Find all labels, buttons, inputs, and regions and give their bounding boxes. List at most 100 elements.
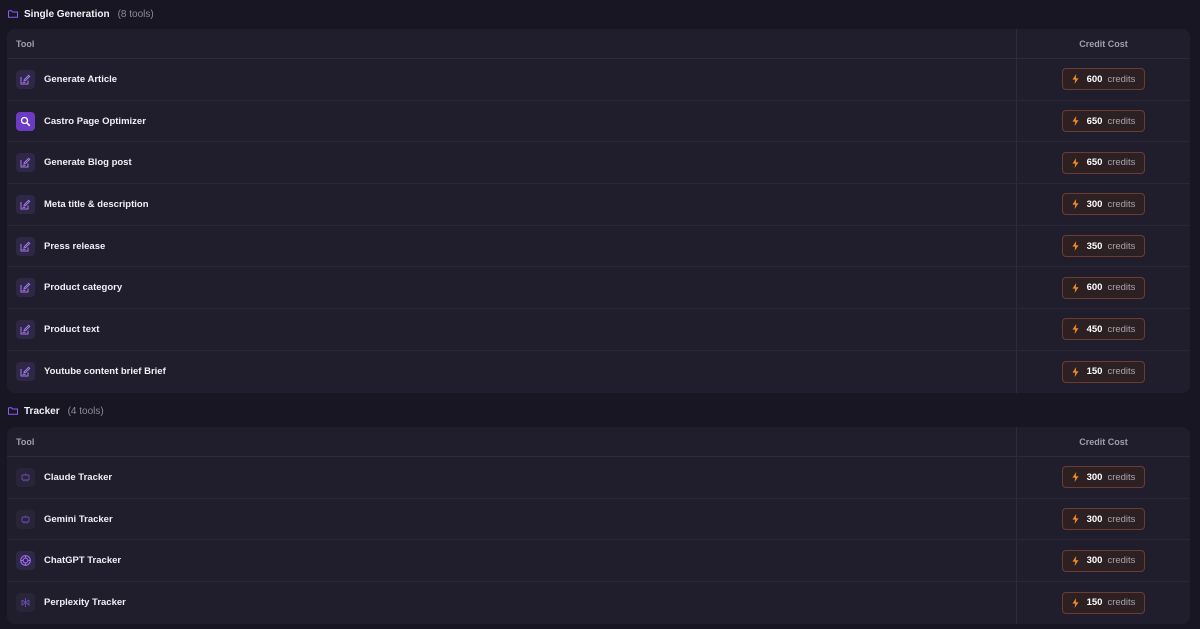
credit-badge: 600 credits [1061, 276, 1146, 299]
table-row[interactable]: Meta title & description 300 credits [7, 184, 1190, 226]
tool-name: Product text [44, 323, 100, 335]
edit-icon [16, 362, 35, 382]
credit-badge: 600 credits [1061, 68, 1146, 91]
credit-cost-cell: 300 credits [1016, 184, 1190, 225]
edit-icon [16, 194, 35, 214]
tool-cell: Perplexity Tracker [7, 582, 1016, 624]
table-row[interactable]: ChatGPT Tracker 300 credits [7, 540, 1190, 583]
credit-cost-cell: 350 credits [1016, 225, 1190, 267]
credit-badge: 300 credits [1061, 508, 1146, 531]
section-count: (8 tools) [117, 8, 154, 20]
lightning-icon [1072, 157, 1079, 168]
table-row[interactable]: Generate Blog post 650 credits [7, 142, 1190, 185]
table-row[interactable]: Claude Tracker 300 credits [7, 457, 1190, 499]
credit-unit: credits [1107, 157, 1136, 169]
table-header: Tool Credit Cost [7, 427, 1190, 457]
tool-name: Perplexity Tracker [44, 597, 126, 609]
credit-unit: credits [1107, 323, 1136, 335]
tool-name: Meta title & description [44, 198, 149, 210]
credit-badge: 150 credits [1061, 360, 1146, 383]
tool-name: Generate Article [44, 73, 118, 85]
credit-unit: credits [1107, 282, 1136, 294]
tool-cell: Castro Page Optimizer [7, 101, 1016, 142]
tool-name: ChatGPT Tracker [44, 555, 122, 567]
lightning-icon [1072, 74, 1079, 85]
edit-icon [16, 236, 35, 256]
credit-badge: 300 credits [1061, 549, 1146, 572]
lightning-icon [1072, 555, 1079, 566]
section-title: Tracker [24, 405, 60, 417]
tool-name: Product category [44, 282, 123, 294]
credit-cost-cell: 650 credits [1016, 100, 1190, 142]
section-header-single-generation: Single Generation (8 tools) [8, 4, 154, 24]
gemini-icon [16, 509, 35, 529]
column-header-tool: Tool [16, 38, 35, 49]
tool-cell: Product text [7, 309, 1016, 350]
credit-amount: 300 [1086, 471, 1103, 483]
credit-badge: 650 credits [1061, 110, 1146, 133]
credit-cost-cell: 300 credits [1016, 457, 1190, 498]
edit-icon [16, 69, 35, 89]
tool-name: Press release [44, 240, 106, 252]
table-row[interactable]: Generate Article 600 credits [7, 59, 1190, 101]
credit-cost-cell: 650 credits [1016, 142, 1190, 184]
credit-amount: 300 [1086, 555, 1103, 567]
edit-icon [16, 153, 35, 173]
column-header-tool: Tool [16, 436, 35, 447]
credit-amount: 350 [1086, 240, 1103, 252]
table-row[interactable]: Product category 600 credits [7, 267, 1190, 310]
credit-cost-cell: 150 credits [1016, 350, 1190, 393]
table-body: Claude Tracker 300 credits Gemini Tracker 30… [7, 457, 1190, 624]
tools-table-single-generation: Tool Credit Cost Generate Article 600 cred… [7, 29, 1190, 393]
table-row[interactable]: Castro Page Optimizer 650 credits [7, 100, 1190, 143]
edit-icon [16, 278, 35, 298]
tool-name: Castro Page Optimizer [44, 115, 146, 127]
table-row[interactable]: Perplexity Tracker 150 credits [7, 582, 1190, 624]
credit-cost-cell: 600 credits [1016, 59, 1190, 100]
lightning-icon [1072, 514, 1079, 525]
credit-cost-cell: 600 credits [1016, 267, 1190, 309]
credit-unit: credits [1107, 597, 1136, 609]
search-icon [16, 111, 35, 131]
credit-unit: credits [1107, 513, 1136, 525]
credit-cost-cell: 450 credits [1016, 309, 1190, 350]
credit-badge: 450 credits [1061, 318, 1146, 341]
column-header-credit-cost: Credit Cost [1016, 29, 1190, 58]
credit-unit: credits [1107, 73, 1136, 85]
tool-cell: Product category [7, 267, 1016, 308]
table-row[interactable]: Youtube content brief Brief 150 credits [7, 350, 1190, 393]
lightning-icon [1072, 324, 1079, 335]
lightning-icon [1072, 116, 1079, 127]
credit-unit: credits [1107, 240, 1136, 252]
credit-unit: credits [1107, 471, 1136, 483]
tool-name: Youtube content brief Brief [44, 366, 166, 378]
lightning-icon [1072, 597, 1079, 608]
tool-cell: Gemini Tracker [7, 499, 1016, 540]
tool-cell: Claude Tracker [7, 457, 1016, 498]
section-count: (4 tools) [67, 405, 104, 417]
lightning-icon [1072, 241, 1079, 252]
column-header-credit-cost: Credit Cost [1016, 427, 1190, 456]
claude-icon [16, 467, 35, 487]
tool-cell: Youtube content brief Brief [7, 351, 1016, 393]
credit-amount: 450 [1086, 323, 1103, 335]
credit-badge: 300 credits [1061, 466, 1146, 489]
section-title: Single Generation [24, 8, 110, 20]
tool-name: Gemini Tracker [44, 513, 113, 525]
credit-unit: credits [1107, 115, 1136, 127]
edit-icon [16, 319, 35, 339]
credit-unit: credits [1107, 198, 1136, 210]
chatgpt-icon [16, 551, 35, 571]
credit-badge: 350 credits [1061, 235, 1146, 258]
table-row[interactable]: Product text 450 credits [7, 309, 1190, 351]
credit-badge: 150 credits [1061, 591, 1146, 614]
table-row[interactable]: Press release 350 credits [7, 225, 1190, 268]
table-row[interactable]: Gemini Tracker 300 credits [7, 498, 1190, 541]
folder-icon [8, 407, 18, 415]
credit-amount: 300 [1086, 198, 1103, 210]
table-header: Tool Credit Cost [7, 29, 1190, 59]
credit-badge: 300 credits [1061, 193, 1146, 216]
tool-name: Generate Blog post [44, 157, 132, 169]
tool-name: Claude Tracker [44, 471, 113, 483]
lightning-icon [1072, 199, 1079, 210]
